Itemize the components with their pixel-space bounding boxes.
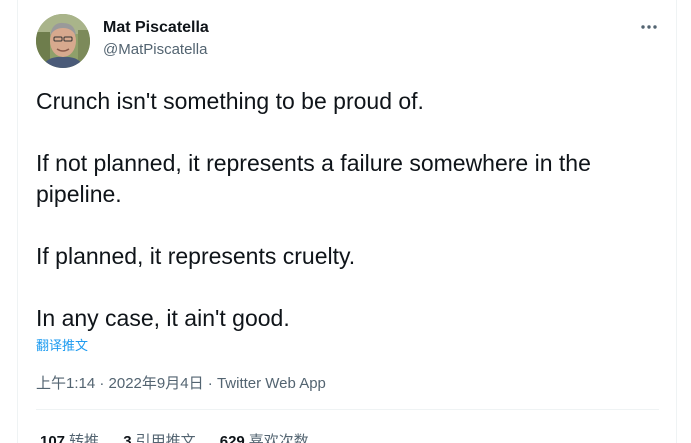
- tweet-stats: 107 转推 3 引用推文 629 喜欢次数: [40, 430, 329, 443]
- retweets-stat[interactable]: 107 转推: [40, 433, 99, 443]
- tweet-paragraph: If not planned, it represents a failure …: [36, 150, 591, 207]
- tweet-paragraph: If planned, it represents cruelty.: [36, 243, 356, 269]
- quote-tweets-label: 引用推文: [135, 433, 196, 443]
- column-border-right: [676, 0, 677, 443]
- tweet-detail: Mat Piscatella @MatPiscatella Crunch isn…: [0, 0, 691, 443]
- translate-tweet-link[interactable]: 翻译推文: [36, 335, 88, 354]
- author-name[interactable]: Mat Piscatella: [103, 19, 209, 37]
- column-border-left: [17, 0, 18, 443]
- divider: [36, 409, 659, 410]
- likes-count: 629: [219, 433, 245, 443]
- retweets-label: 转推: [69, 433, 100, 443]
- tweet-metadata: 上午1:14 · 2022年9月4日 · Twitter Web App: [36, 372, 326, 393]
- tweet-text: Crunch isn't something to be proud of. I…: [36, 86, 666, 334]
- author-handle[interactable]: @MatPiscatella: [103, 41, 207, 58]
- tweet-timestamp[interactable]: 上午1:14 · 2022年9月4日: [36, 375, 204, 392]
- quote-tweets-stat[interactable]: 3 引用推文: [123, 433, 195, 443]
- quote-tweets-count: 3: [123, 433, 132, 443]
- meta-separator: ·: [203, 375, 217, 392]
- likes-stat[interactable]: 629 喜欢次数: [220, 433, 309, 443]
- tweet-paragraph: In any case, it ain't good.: [36, 305, 290, 331]
- avatar[interactable]: [36, 14, 90, 68]
- more-horizontal-icon: [641, 25, 657, 29]
- likes-label: 喜欢次数: [248, 433, 309, 443]
- source-app[interactable]: Twitter Web App: [217, 375, 326, 392]
- retweets-count: 107: [40, 433, 66, 443]
- more-options-button[interactable]: [636, 14, 662, 40]
- tweet-paragraph: Crunch isn't something to be proud of.: [36, 88, 424, 114]
